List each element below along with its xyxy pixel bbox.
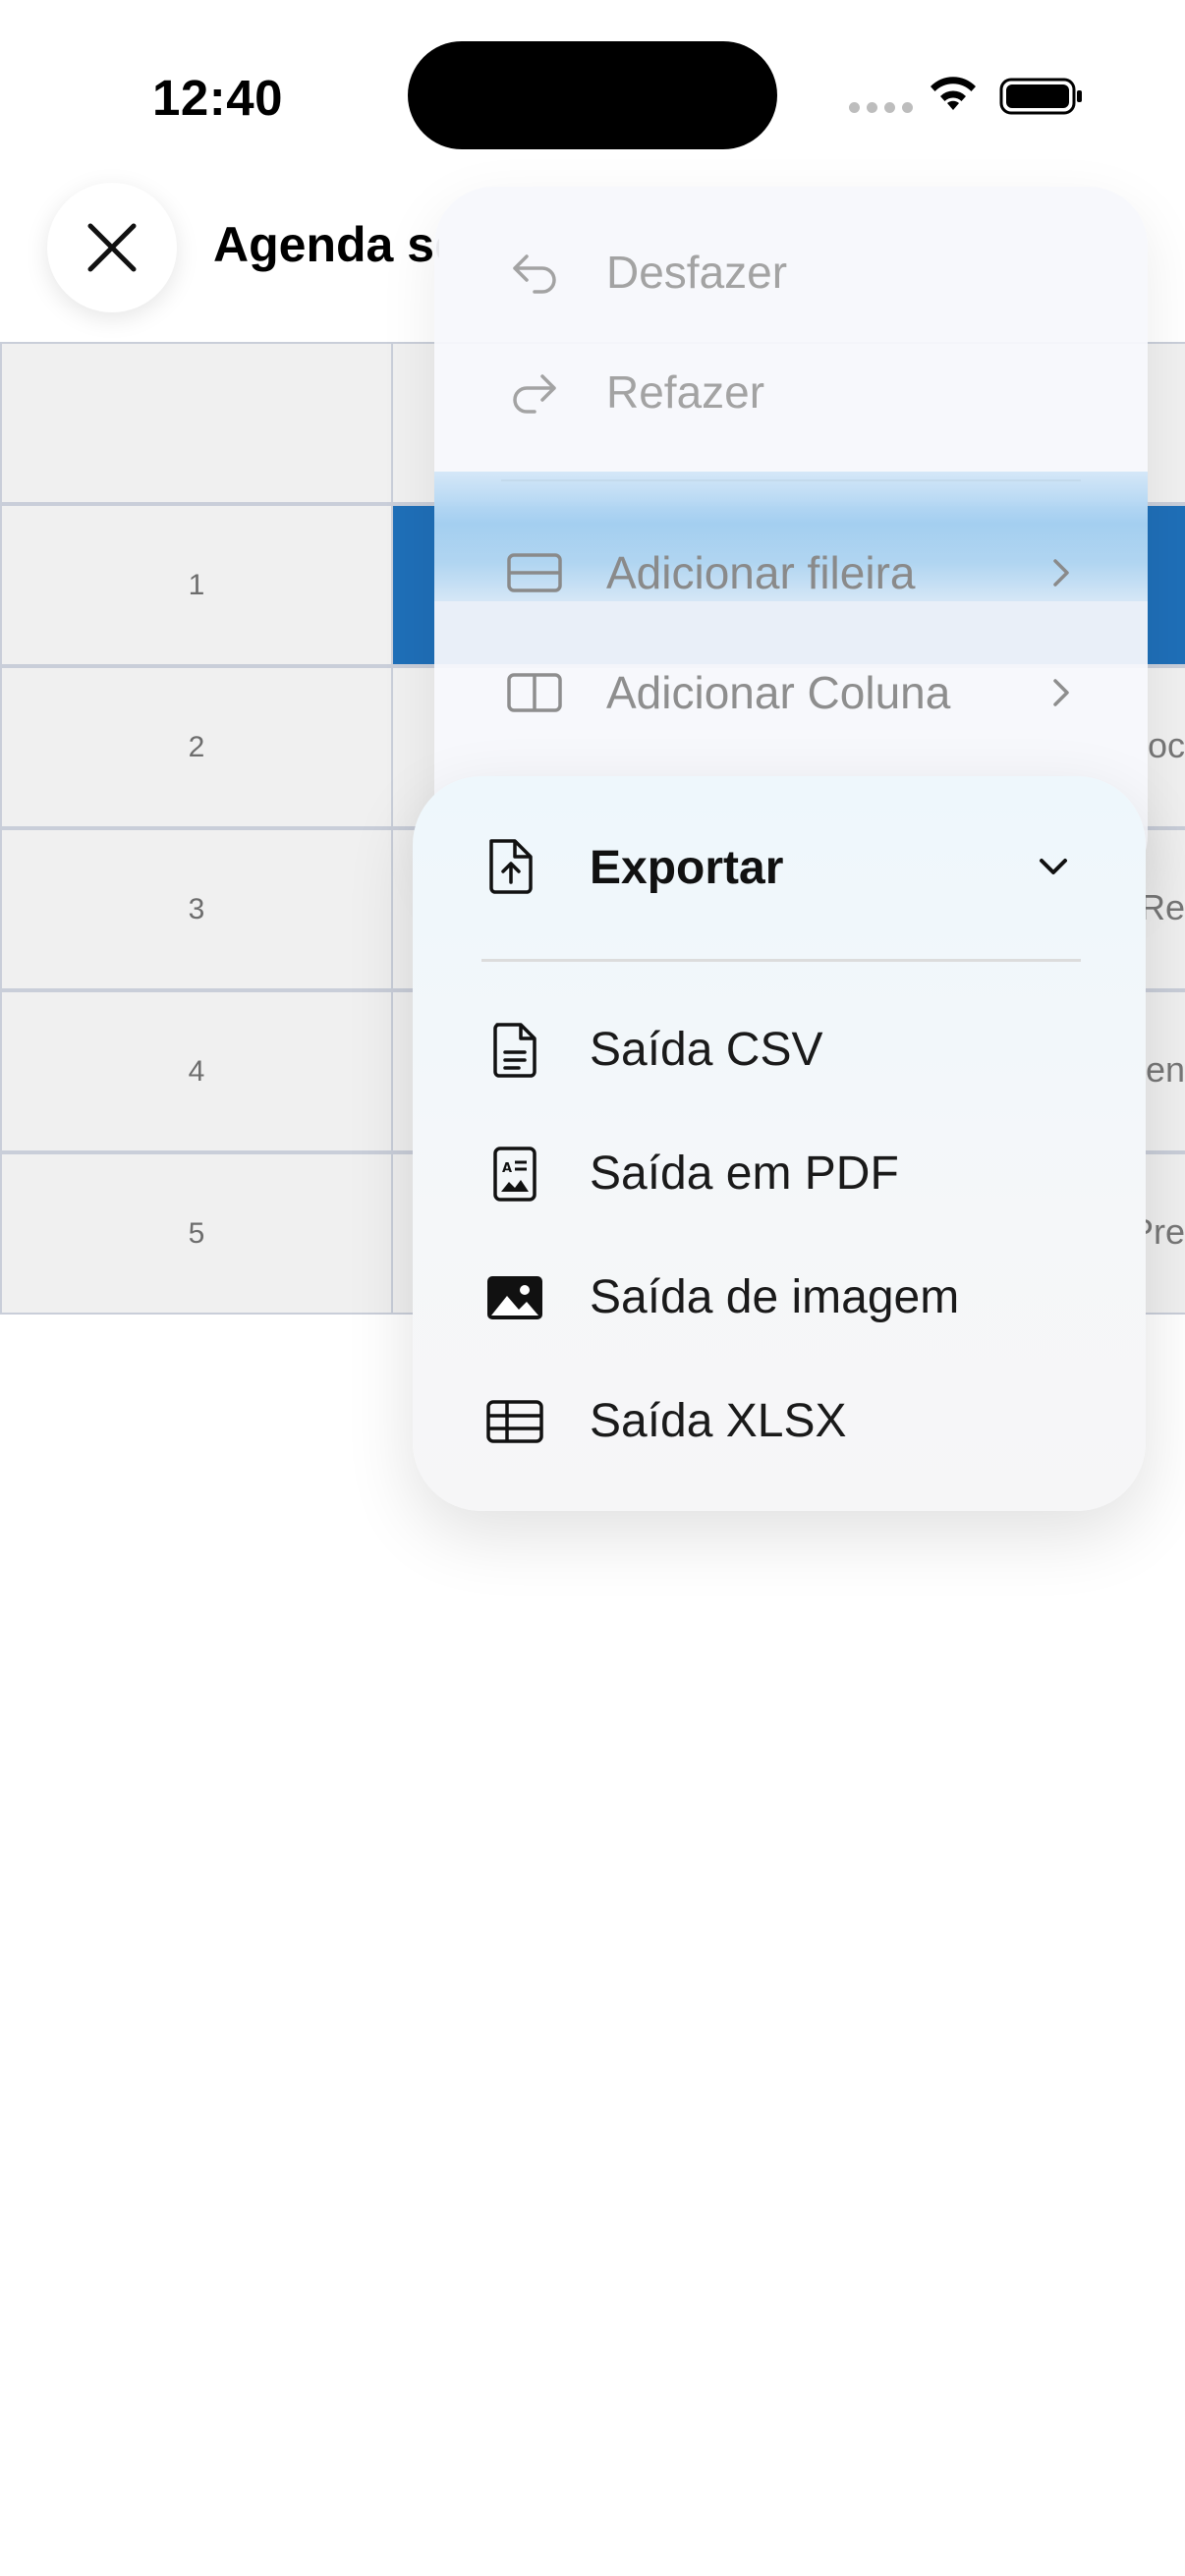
pdf-file-icon: A	[493, 1147, 536, 1202]
table-icon	[486, 1400, 543, 1443]
export-header[interactable]: Exportar	[413, 815, 1146, 914]
undo-icon	[513, 254, 556, 294]
cellular-signal-icon	[849, 102, 913, 113]
cell-text: oc	[1147, 725, 1185, 765]
export-xlsx-item[interactable]: Saída XLSX	[413, 1367, 1146, 1475]
redo-label: Refazer	[606, 366, 765, 418]
export-submenu: Exportar Saída CSV A Saída em PDF Saída …	[413, 776, 1146, 1511]
add-row-label: Adicionar fileira	[606, 547, 916, 598]
battery-icon	[999, 78, 1082, 115]
row-number[interactable]: 4	[0, 990, 393, 1152]
export-title: Exportar	[590, 842, 784, 894]
add-column-menu-item[interactable]: Adicionar Coluna	[434, 633, 1148, 753]
chevron-down-icon	[1040, 859, 1067, 874]
add-column-icon	[507, 673, 562, 712]
export-csv-label: Saída CSV	[590, 1024, 823, 1076]
add-row-icon	[507, 553, 562, 592]
row-number[interactable]: 3	[0, 828, 393, 990]
export-pdf-item[interactable]: A Saída em PDF	[413, 1119, 1146, 1227]
chevron-right-icon	[1053, 679, 1069, 706]
export-pdf-label: Saída em PDF	[590, 1148, 899, 1200]
export-xlsx-label: Saída XLSX	[590, 1395, 847, 1447]
export-image-label: Saída de imagem	[590, 1271, 960, 1323]
add-row-menu-item[interactable]: Adicionar fileira	[434, 513, 1148, 633]
add-column-label: Adicionar Coluna	[606, 667, 951, 718]
export-file-icon	[489, 839, 533, 894]
status-time: 12:40	[152, 70, 283, 126]
csv-file-icon	[493, 1023, 536, 1078]
menu-divider	[481, 959, 1081, 962]
cell-text: en	[1145, 1049, 1185, 1090]
row-number[interactable]: 2	[0, 666, 393, 828]
export-csv-item[interactable]: Saída CSV	[413, 995, 1146, 1103]
row-number[interactable]: 1	[0, 504, 393, 666]
close-icon	[87, 223, 137, 272]
redo-icon	[513, 374, 556, 414]
svg-text:A: A	[502, 1161, 512, 1176]
image-icon	[487, 1276, 542, 1319]
cell-text: Re	[1139, 887, 1185, 927]
row-number[interactable]: 5	[0, 1152, 393, 1315]
undo-label: Desfazer	[606, 247, 788, 298]
dynamic-island	[408, 41, 777, 149]
export-image-item[interactable]: Saída de imagem	[413, 1243, 1146, 1351]
wifi-icon	[931, 77, 976, 110]
close-button[interactable]	[47, 183, 177, 312]
undo-menu-item[interactable]: Desfazer	[434, 212, 1148, 332]
document-title: Agenda semanal	[213, 217, 439, 272]
chevron-right-icon	[1053, 559, 1069, 587]
corner-cell[interactable]	[0, 342, 393, 504]
redo-menu-item[interactable]: Refazer	[434, 332, 1148, 452]
